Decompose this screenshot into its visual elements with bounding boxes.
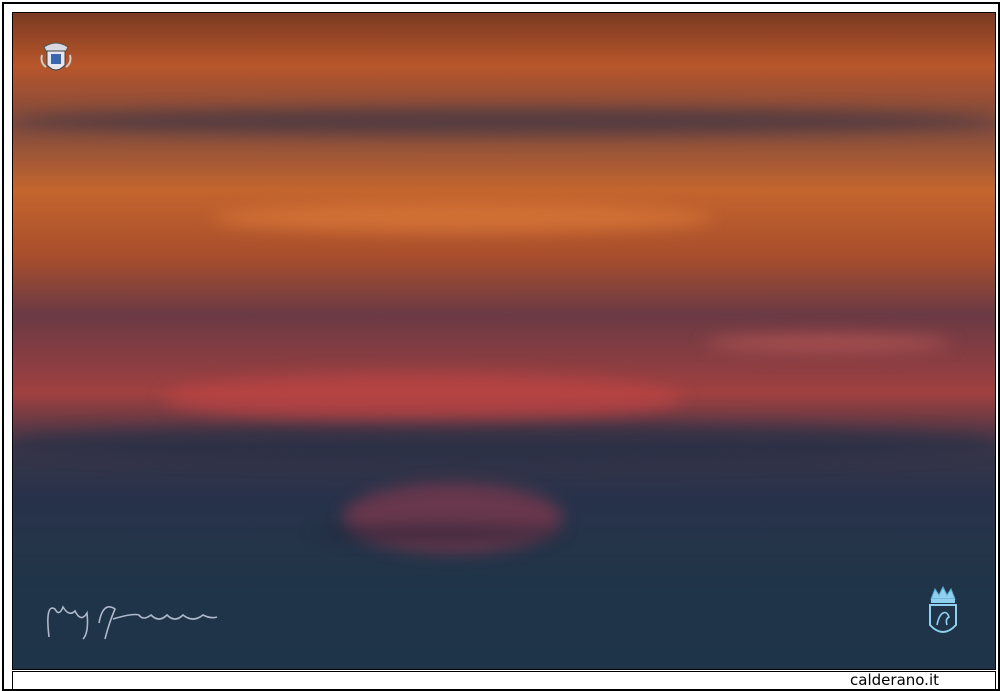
footer-bar: calderano.it xyxy=(12,671,996,690)
coat-of-arms-icon xyxy=(40,42,72,71)
crowned-shield-icon xyxy=(929,585,957,633)
signature-icon xyxy=(47,605,218,640)
image-frame: calderano.it xyxy=(2,2,1000,691)
site-label: calderano.it xyxy=(850,671,939,689)
sunset-photo xyxy=(12,12,996,670)
cloud-band-dark-lower xyxy=(13,423,995,463)
cloud-band-dark xyxy=(13,108,995,134)
horizon-dark-line xyxy=(313,528,563,538)
sun-glow xyxy=(343,483,563,553)
cloud-band-orange xyxy=(213,203,713,233)
cloud-band-red xyxy=(163,373,683,423)
cloud-streak-pink xyxy=(703,335,953,351)
